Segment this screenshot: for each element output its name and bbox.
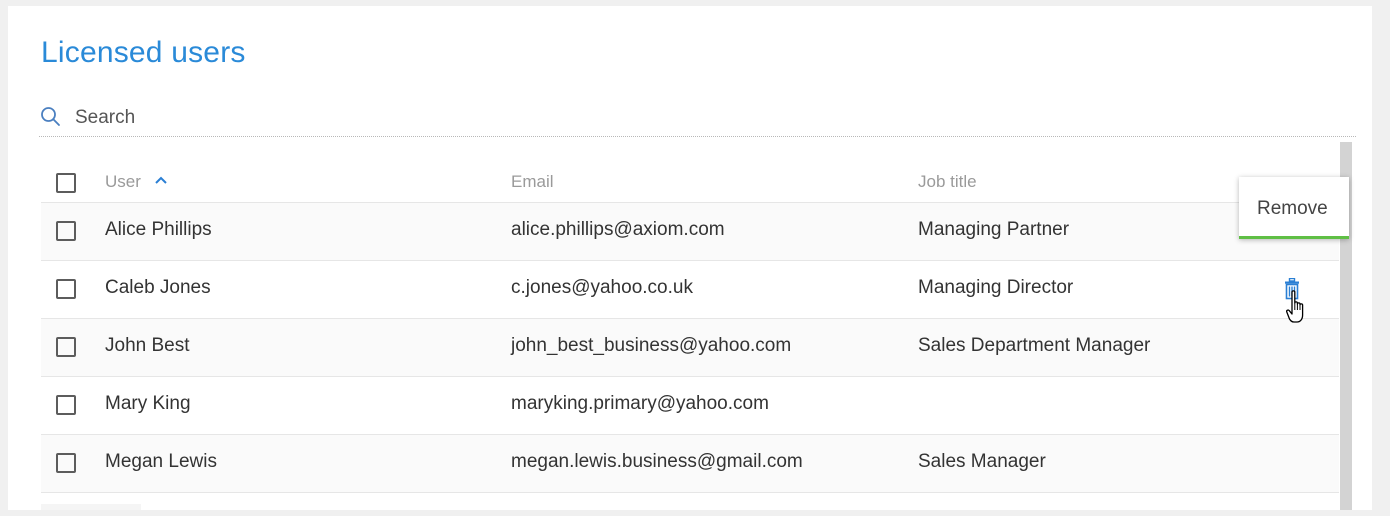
table-row[interactable]: Caleb Jones c.jones@yahoo.co.uk Managing…	[41, 261, 1339, 319]
tooltip-text: Remove	[1257, 198, 1328, 219]
row-checkbox[interactable]	[56, 279, 76, 299]
user-email: maryking.primary@yahoo.com	[511, 393, 769, 414]
search-input[interactable]: Search	[75, 107, 135, 129]
row-checkbox[interactable]	[56, 453, 76, 473]
chevron-up-icon[interactable]	[154, 170, 168, 190]
search-icon[interactable]	[39, 105, 63, 129]
table-row[interactable]: Alice Phillips alice.phillips@axiom.com …	[41, 203, 1339, 261]
users-table: User Email Job title Alice Phillips alic…	[41, 156, 1339, 493]
select-all-checkbox[interactable]	[56, 173, 76, 193]
remove-tooltip: Remove	[1239, 177, 1349, 239]
row-checkbox[interactable]	[56, 221, 76, 241]
user-job-title: Managing Partner	[918, 219, 1070, 240]
table-row[interactable]: Megan Lewis megan.lewis.business@gmail.c…	[41, 435, 1339, 493]
column-header-job-title[interactable]: Job title	[918, 172, 977, 192]
table-row[interactable]: John Best john_best_business@yahoo.com S…	[41, 319, 1339, 377]
table-row[interactable]: Mary King maryking.primary@yahoo.com	[41, 377, 1339, 435]
column-header-user[interactable]: User	[105, 172, 168, 192]
user-name: John Best	[105, 335, 190, 356]
column-header-email[interactable]: Email	[511, 172, 554, 192]
user-name: Alice Phillips	[105, 219, 212, 240]
column-header-user-label: User	[105, 172, 141, 191]
user-job-title: Sales Manager	[918, 451, 1046, 472]
user-email: megan.lewis.business@gmail.com	[511, 451, 803, 472]
user-job-title: Managing Director	[918, 277, 1074, 298]
search-bar[interactable]: Search	[39, 100, 1356, 137]
licensed-users-panel: Licensed users Search User Email Job tit…	[8, 6, 1372, 510]
user-email: c.jones@yahoo.co.uk	[511, 277, 693, 298]
hand-pointer-icon	[1286, 290, 1308, 324]
user-name: Caleb Jones	[105, 277, 211, 298]
user-email: john_best_business@yahoo.com	[511, 335, 792, 356]
table-header: User Email Job title	[41, 156, 1339, 203]
row-checkbox[interactable]	[56, 337, 76, 357]
row-checkbox[interactable]	[56, 395, 76, 415]
user-name: Mary King	[105, 393, 191, 414]
user-job-title: Sales Department Manager	[918, 335, 1151, 356]
user-email: alice.phillips@axiom.com	[511, 219, 725, 240]
page-title: Licensed users	[41, 36, 246, 69]
user-name: Megan Lewis	[105, 451, 217, 472]
table-footer-edge	[41, 504, 141, 510]
